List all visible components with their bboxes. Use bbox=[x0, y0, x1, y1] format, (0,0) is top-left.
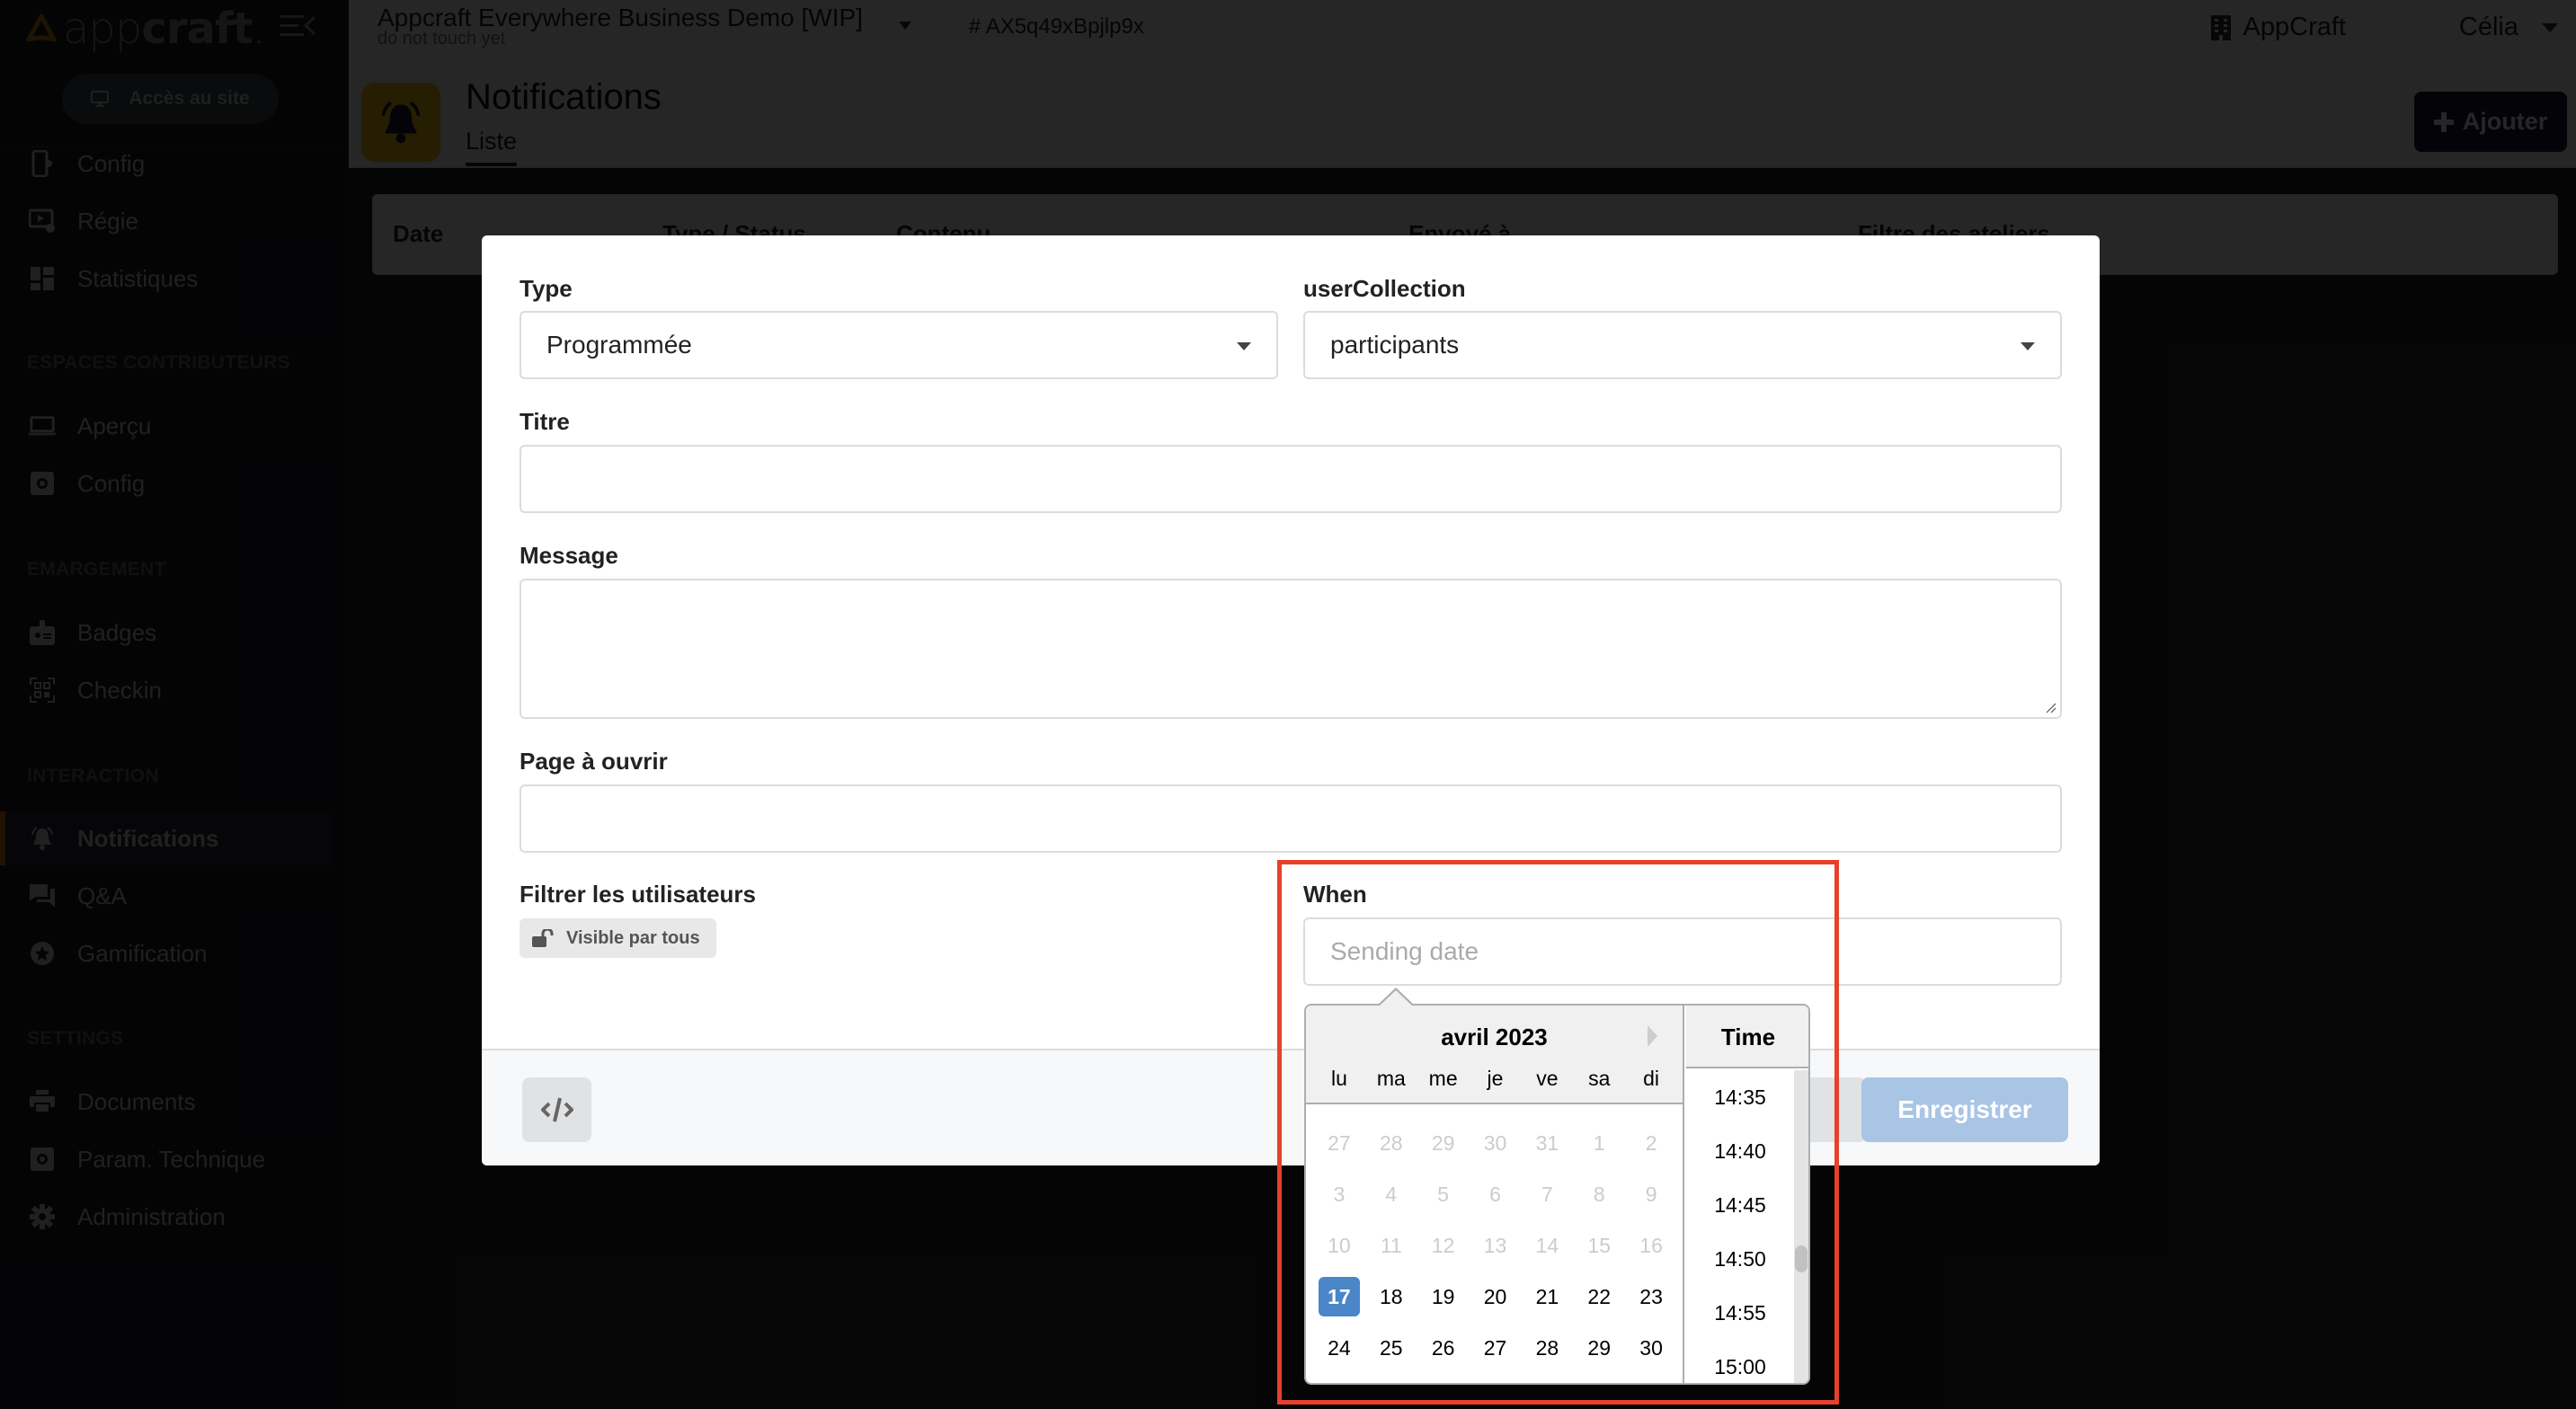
visibility-chip[interactable]: Visible par tous bbox=[520, 918, 716, 958]
calendar-week: 10 11 12 13 14 15 16 bbox=[1313, 1219, 1677, 1271]
weekday-label: sa bbox=[1588, 1067, 1611, 1090]
titre-label: Titre bbox=[520, 408, 570, 435]
chevron-down-icon bbox=[1237, 342, 1251, 350]
calendar-day[interactable]: 19 bbox=[1423, 1277, 1464, 1316]
time-list[interactable]: 14:35 14:40 14:45 14:50 14:55 15:00 bbox=[1686, 1070, 1794, 1383]
time-scrollbar-thumb[interactable] bbox=[1795, 1245, 1808, 1272]
time-option[interactable]: 14:50 bbox=[1686, 1232, 1794, 1286]
calendar-day: 4 bbox=[1385, 1182, 1398, 1206]
titre-input[interactable] bbox=[520, 445, 2062, 513]
calendar-day: 30 bbox=[1483, 1130, 1507, 1155]
calendar-day: 6 bbox=[1489, 1182, 1501, 1206]
time-option[interactable]: 14:45 bbox=[1686, 1178, 1794, 1232]
modal-footer: Enregistrer bbox=[482, 1049, 2100, 1165]
datepicker-days: 27 28 29 30 31 1 2 3 4 5 6 7 8 9 10 11 12 13 14 15 16 17 18 19 2… bbox=[1313, 1117, 1677, 1373]
calendar-day: 5 bbox=[1437, 1182, 1450, 1206]
type-select[interactable]: Programmée bbox=[520, 311, 1278, 379]
calendar-day[interactable]: 28 bbox=[1526, 1328, 1568, 1368]
calendar-day: 1 bbox=[1593, 1130, 1605, 1155]
calendar-day[interactable]: 26 bbox=[1423, 1328, 1464, 1368]
time-header: Time bbox=[1686, 1006, 1808, 1068]
calendar-day[interactable]: 30 bbox=[1630, 1328, 1672, 1368]
calendar-day[interactable]: 22 bbox=[1578, 1277, 1620, 1316]
type-select-value: Programmée bbox=[546, 331, 692, 359]
calendar-week: 3 4 5 6 7 8 9 bbox=[1313, 1168, 1677, 1219]
calendar-day: 16 bbox=[1639, 1233, 1663, 1257]
calendar-day[interactable]: 23 bbox=[1630, 1277, 1672, 1316]
message-label: Message bbox=[520, 542, 618, 569]
page-label: Page à ouvrir bbox=[520, 748, 668, 775]
unlock-icon bbox=[532, 929, 554, 947]
code-view-button[interactable] bbox=[522, 1077, 591, 1142]
user-collection-select[interactable]: participants bbox=[1303, 311, 2062, 379]
calendar-week: 27 28 29 30 31 1 2 bbox=[1313, 1117, 1677, 1168]
calendar-week: 24 25 26 27 28 29 30 bbox=[1313, 1322, 1677, 1373]
next-month-icon[interactable] bbox=[1648, 1025, 1657, 1047]
calendar-day: 31 bbox=[1535, 1130, 1559, 1155]
weekday-label: ve bbox=[1536, 1067, 1559, 1090]
calendar-day[interactable]: 24 bbox=[1319, 1328, 1360, 1368]
resize-handle-icon[interactable] bbox=[2044, 701, 2056, 713]
weekday-label: me bbox=[1428, 1067, 1458, 1090]
notification-modal: Type Programmée userCollection participa… bbox=[482, 235, 2100, 1165]
calendar-day: 28 bbox=[1379, 1130, 1403, 1155]
weekday-label: lu bbox=[1330, 1067, 1347, 1090]
weekday-label: ma bbox=[1376, 1067, 1406, 1090]
time-option[interactable]: 15:00 bbox=[1686, 1340, 1794, 1383]
calendar-day[interactable]: 18 bbox=[1371, 1277, 1412, 1316]
chevron-down-icon bbox=[2021, 342, 2035, 350]
when-label: When bbox=[1303, 881, 1367, 908]
datepicker-header: avril 2023 lu ma me je ve sa di bbox=[1306, 1006, 1683, 1104]
time-option[interactable]: 14:40 bbox=[1686, 1124, 1794, 1178]
message-textarea[interactable] bbox=[520, 579, 2062, 719]
datepicker-pointer-fill bbox=[1380, 990, 1412, 1006]
datepicker-weekdays: lu ma me je ve sa di bbox=[1313, 1067, 1677, 1091]
datepicker-time: Time 14:35 14:40 14:45 14:50 14:55 15:00 bbox=[1686, 1006, 1808, 1383]
calendar-day[interactable]: 27 bbox=[1475, 1328, 1516, 1368]
user-collection-value: participants bbox=[1330, 331, 1460, 359]
calendar-day: 2 bbox=[1645, 1130, 1657, 1155]
filter-users-label: Filtrer les utilisateurs bbox=[520, 881, 756, 908]
calendar-day: 8 bbox=[1593, 1182, 1605, 1206]
weekday-label: je bbox=[1487, 1067, 1504, 1090]
calendar-day-selected[interactable]: 17 bbox=[1319, 1276, 1360, 1316]
calendar-day: 10 bbox=[1328, 1233, 1351, 1257]
calendar-day: 3 bbox=[1333, 1182, 1346, 1206]
calendar-day: 14 bbox=[1535, 1233, 1559, 1257]
time-option[interactable]: 14:55 bbox=[1686, 1286, 1794, 1340]
calendar-day: 15 bbox=[1587, 1233, 1612, 1257]
time-scrollbar[interactable] bbox=[1794, 1070, 1808, 1383]
calendar-day: 11 bbox=[1380, 1233, 1402, 1257]
calendar-day: 13 bbox=[1483, 1233, 1507, 1257]
calendar-day: 27 bbox=[1328, 1130, 1351, 1155]
code-icon bbox=[540, 1097, 573, 1122]
visibility-chip-label: Visible par tous bbox=[566, 927, 700, 948]
calendar-day[interactable]: 25 bbox=[1371, 1328, 1412, 1368]
datepicker-calendar: avril 2023 lu ma me je ve sa di 27 28 29 30 31 1 2 3 4… bbox=[1306, 1006, 1684, 1383]
type-label: Type bbox=[520, 275, 573, 302]
sending-date-input[interactable]: Sending date bbox=[1303, 917, 2062, 986]
calendar-day: 7 bbox=[1541, 1182, 1553, 1206]
calendar-day[interactable]: 21 bbox=[1526, 1277, 1568, 1316]
calendar-day: 12 bbox=[1431, 1233, 1455, 1257]
calendar-day: 9 bbox=[1645, 1182, 1657, 1206]
datepicker: avril 2023 lu ma me je ve sa di 27 28 29 30 31 1 2 3 4… bbox=[1304, 1004, 1810, 1385]
calendar-day[interactable]: 29 bbox=[1578, 1328, 1620, 1368]
user-collection-label: userCollection bbox=[1303, 275, 1466, 302]
time-option[interactable]: 14:35 bbox=[1686, 1070, 1794, 1124]
page-input[interactable] bbox=[520, 784, 2062, 853]
save-button[interactable]: Enregistrer bbox=[1861, 1077, 2068, 1142]
sending-date-placeholder: Sending date bbox=[1330, 937, 1479, 965]
calendar-week: 17 18 19 20 21 22 23 bbox=[1313, 1271, 1677, 1322]
calendar-day: 29 bbox=[1431, 1130, 1455, 1155]
weekday-label: di bbox=[1643, 1067, 1660, 1090]
datepicker-month: avril 2023 bbox=[1441, 1024, 1548, 1050]
calendar-day[interactable]: 20 bbox=[1475, 1277, 1516, 1316]
